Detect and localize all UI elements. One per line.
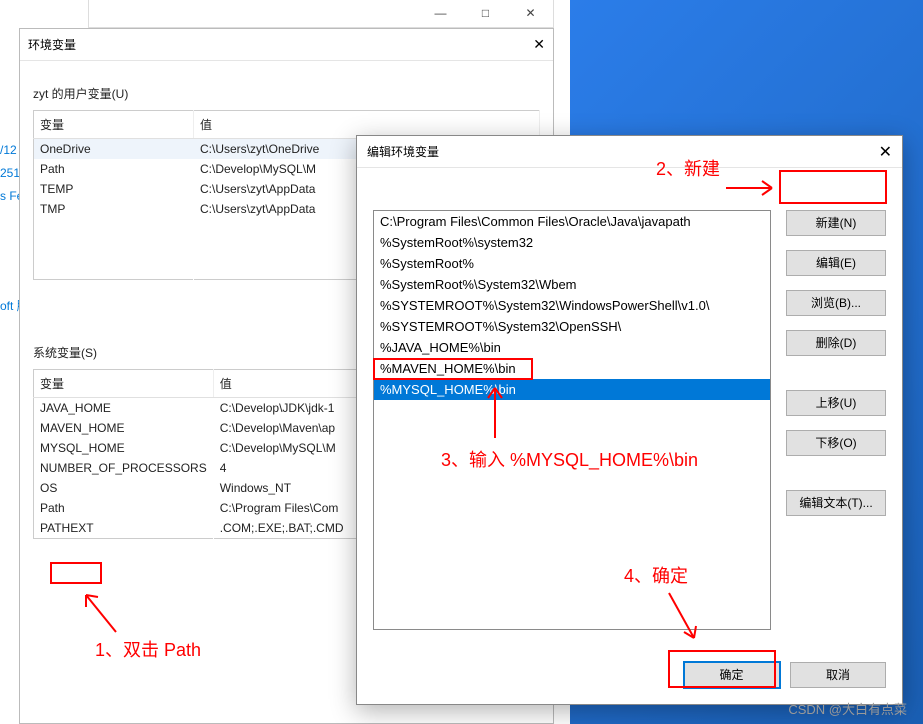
edit-env-var-dialog: 编辑环境变量 ✕ C:\Program Files\Common Files\O… [356, 135, 903, 705]
list-item[interactable]: %MYSQL_HOME%\bin [374, 379, 770, 400]
col-var[interactable]: 变量 [34, 370, 214, 398]
annotation-text-3: 3、输入 %MYSQL_HOME%\bin [441, 446, 698, 472]
list-item[interactable]: %SYSTEMROOT%\System32\WindowsPowerShell\… [374, 295, 770, 316]
close-icon[interactable]: ✕ [879, 142, 892, 162]
browse-button[interactable]: 浏览(B)... [786, 290, 886, 316]
col-var[interactable]: 变量 [34, 111, 194, 139]
dialog-title: 环境变量 [28, 36, 76, 53]
list-item[interactable]: %SYSTEMROOT%\System32\OpenSSH\ [374, 316, 770, 337]
close-button[interactable]: ✕ [508, 0, 553, 26]
annotation-text-4: 4、确定 [624, 562, 688, 588]
annotation-box-input [373, 358, 533, 380]
dialog-titlebar[interactable]: 环境变量 ✕ [20, 29, 553, 61]
watermark: CSDN @大白有点菜 [788, 699, 907, 718]
user-vars-label: zyt 的用户变量(U) [33, 85, 540, 102]
delete-button[interactable]: 删除(D) [786, 330, 886, 356]
maximize-button[interactable]: □ [463, 0, 508, 26]
arrow-icon [724, 178, 778, 198]
parent-window-titlebar: — □ ✕ [88, 0, 554, 28]
annotation-box-path [50, 562, 102, 584]
minimize-button[interactable]: — [418, 0, 463, 26]
annotation-text-1: 1、双击 Path [95, 636, 201, 662]
list-item[interactable]: %JAVA_HOME%\bin [374, 337, 770, 358]
list-item[interactable]: %SystemRoot%\System32\Wbem [374, 274, 770, 295]
arrow-icon [76, 587, 136, 637]
annotation-box-new [779, 170, 887, 204]
cancel-button[interactable]: 取消 [790, 662, 886, 688]
dialog-title: 编辑环境变量 [367, 143, 439, 160]
dialog-titlebar[interactable]: 编辑环境变量 ✕ [357, 136, 902, 168]
move-up-button[interactable]: 上移(U) [786, 390, 886, 416]
new-button[interactable]: 新建(N) [786, 210, 886, 236]
move-down-button[interactable]: 下移(O) [786, 430, 886, 456]
edit-text-button[interactable]: 编辑文本(T)... [786, 490, 886, 516]
annotation-box-ok [668, 650, 776, 688]
list-item[interactable]: %SystemRoot%\system32 [374, 232, 770, 253]
close-icon[interactable]: ✕ [533, 36, 545, 53]
arrow-icon [480, 383, 510, 443]
arrow-icon [664, 588, 704, 648]
list-item[interactable]: C:\Program Files\Common Files\Oracle\Jav… [374, 211, 770, 232]
path-values-list[interactable]: C:\Program Files\Common Files\Oracle\Jav… [373, 210, 771, 630]
annotation-text-2: 2、新建 [656, 155, 720, 181]
list-item[interactable]: %SystemRoot% [374, 253, 770, 274]
edit-button[interactable]: 编辑(E) [786, 250, 886, 276]
